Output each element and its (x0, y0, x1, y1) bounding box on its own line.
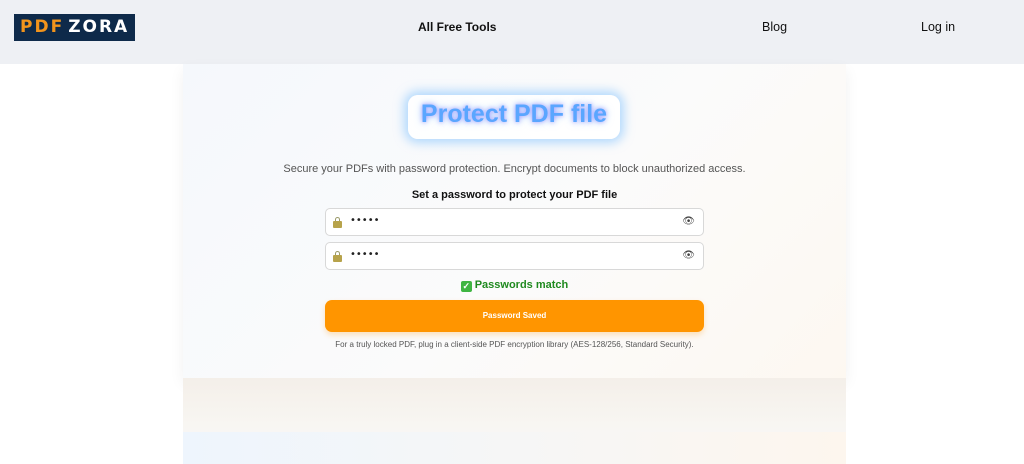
eye-icon[interactable]: 👁 (682, 216, 695, 227)
password-field[interactable]: ••••• 👁 (325, 208, 704, 236)
lock-icon (333, 217, 342, 228)
check-icon: ✓ (460, 281, 472, 292)
nav-blog[interactable]: Blog (762, 20, 787, 34)
page-subtitle: Secure your PDFs with password protectio… (283, 163, 746, 175)
top-navbar: PDF ZORA All Free Tools Blog Log in (0, 0, 1024, 64)
match-text: Passwords match (474, 279, 569, 291)
page-title: Protect PDF file (420, 100, 608, 128)
logo-text-pdf: PDF (20, 17, 65, 37)
pdfzora-logo[interactable]: PDF ZORA (14, 14, 135, 41)
password-label: Set a password to protect your PDF file (411, 189, 618, 201)
passwords-match-status: ✓ Passwords match (183, 279, 846, 292)
nav-log-in[interactable]: Log in (921, 20, 955, 34)
lower-strip (183, 432, 846, 464)
encryption-note: For a truly locked PDF, plug in a client… (335, 340, 694, 349)
confirm-password-field[interactable]: ••••• 👁 (325, 242, 704, 270)
password-saved-button[interactable]: Password Saved (325, 300, 704, 332)
confirm-password-input[interactable]: ••••• (350, 249, 380, 260)
logo-text-zora: ZORA (68, 17, 130, 37)
password-input[interactable]: ••••• (350, 215, 380, 226)
eye-icon[interactable]: 👁 (682, 250, 695, 261)
lock-icon (333, 251, 342, 262)
nav-all-free-tools[interactable]: All Free Tools (418, 20, 496, 34)
